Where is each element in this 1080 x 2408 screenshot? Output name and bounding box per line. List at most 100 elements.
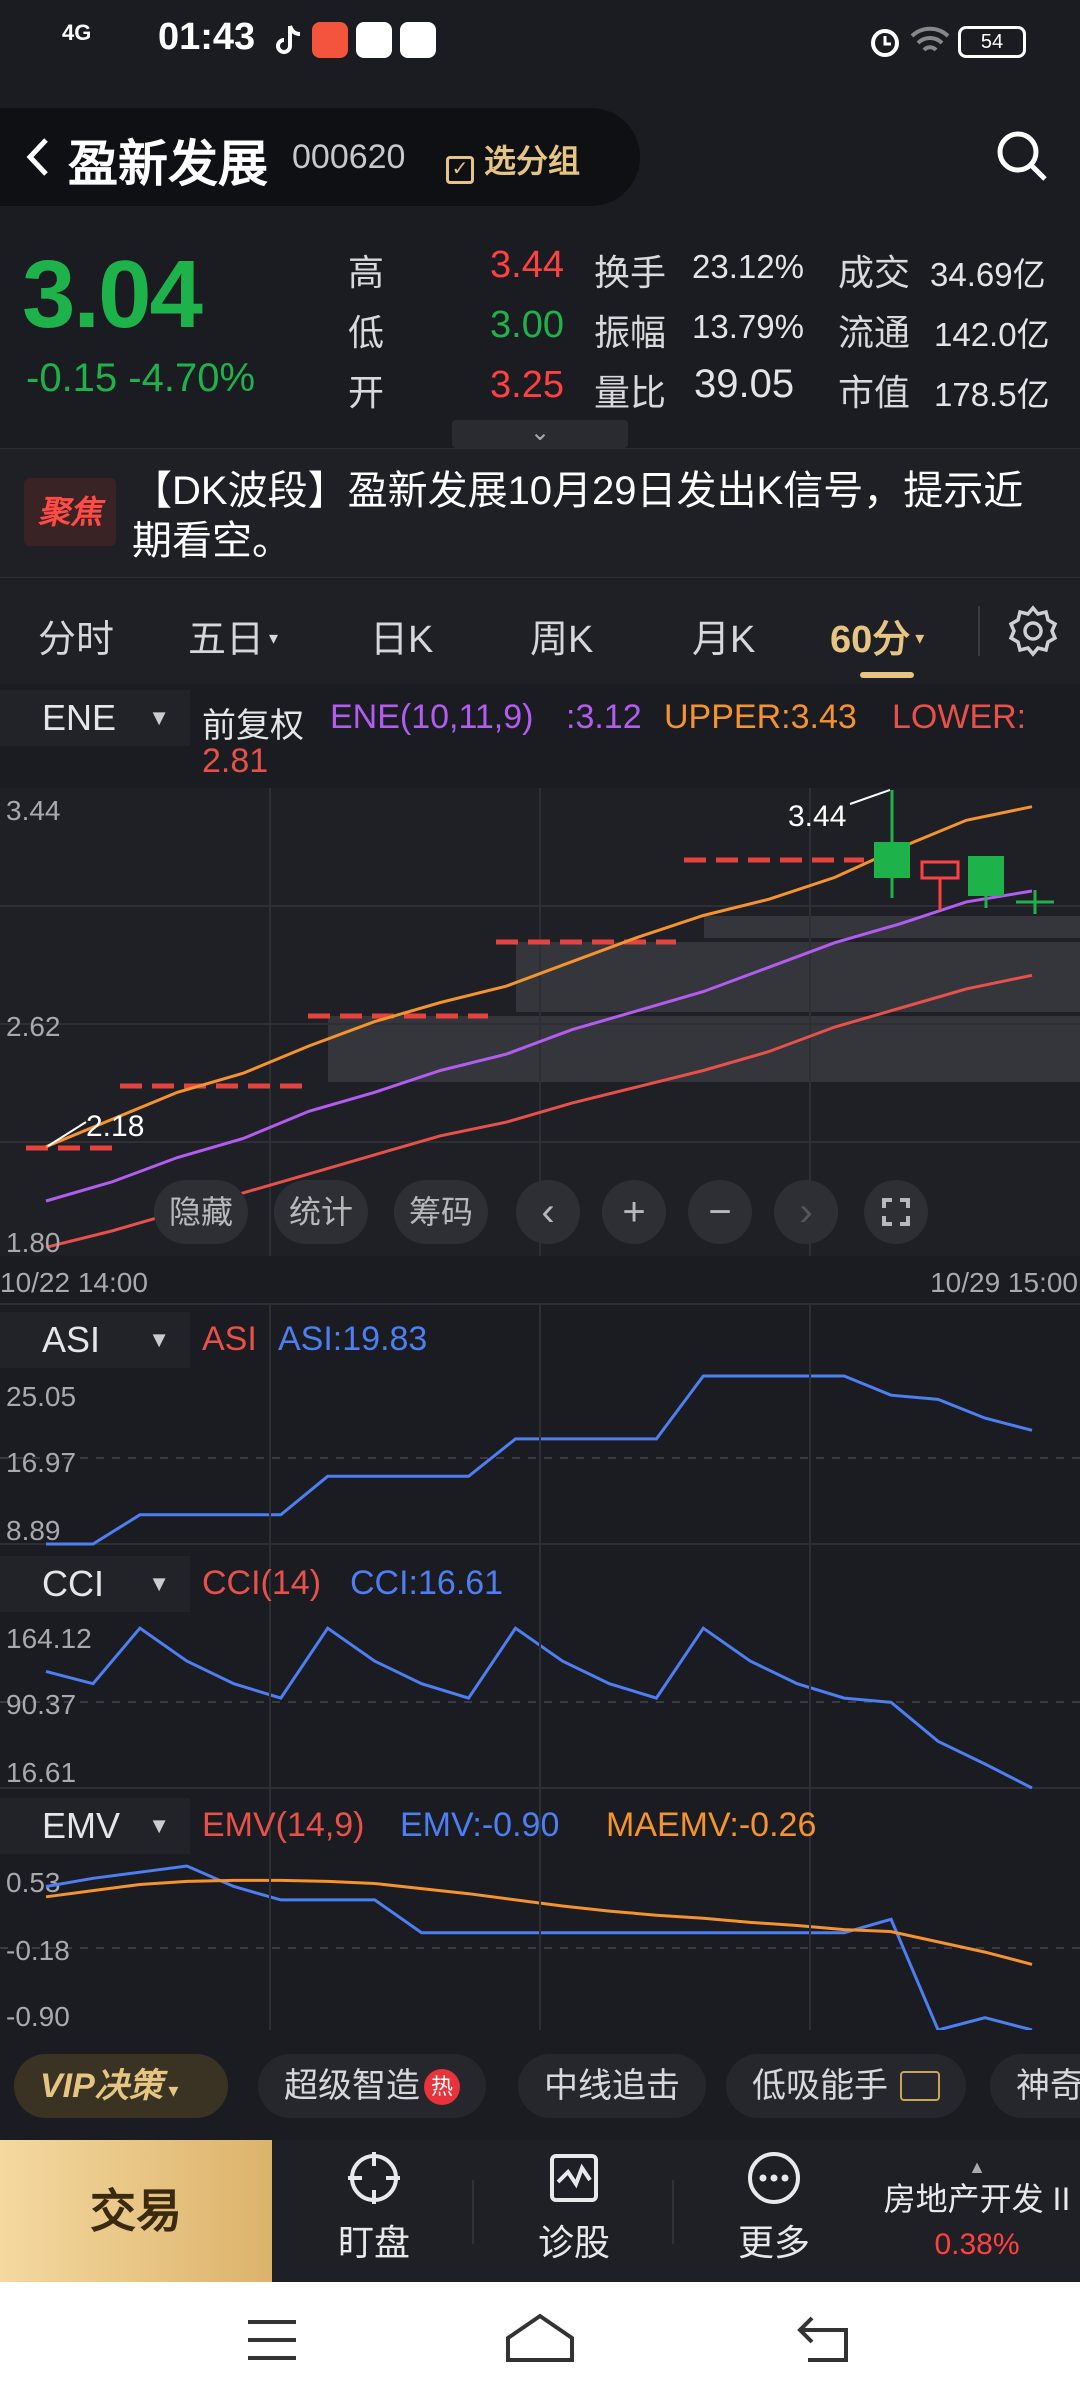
statistics-button[interactable]: 统计 (274, 1180, 368, 1244)
amount-label: 成交 (838, 252, 911, 293)
battery-indicator: 54 (958, 26, 1026, 58)
watch-button[interactable]: 盯盘 (304, 2150, 444, 2274)
strategy-chip[interactable]: 中线追击 (518, 2054, 706, 2118)
ene-ytick: 2.62 (6, 1011, 61, 1042)
tab-monthly-k[interactable]: 月K (692, 608, 755, 663)
ene-params: ENE(10,11,9) (330, 698, 534, 736)
high-annotation: 3.44 (788, 800, 846, 833)
emv-header: EMV ▼ EMV(14,9) EMV:-0.90 MAEMV:-0.26 (0, 1798, 1080, 1854)
nav-divider (472, 2180, 474, 2244)
strategy-chip-label: 超级智造 (284, 2067, 420, 2105)
vip-decision-button[interactable]: VIP决策 ▾ (14, 2054, 228, 2118)
x-start-label: 10/22 14:00 (0, 1267, 148, 1298)
cci-ytick: 164.12 (6, 1623, 92, 1654)
open-value: 3.25 (490, 364, 564, 406)
news-text[interactable]: 【DK波段】盈新发展10月29日发出K信号，提示近期看空。 (132, 466, 1052, 566)
cci-name: CCI (42, 1563, 104, 1604)
status-bar: 4G 01:43 54 (0, 0, 1080, 82)
fullscreen-icon[interactable] (864, 1180, 928, 1244)
status-time: 01:43 (158, 16, 256, 58)
tab-intraday[interactable]: 分时 (38, 608, 114, 663)
sector-info[interactable]: ▲ 房地产开发 II 0.38% (874, 2157, 1080, 2262)
tab-five-day[interactable]: 五日 ▾ (188, 608, 278, 663)
hide-button[interactable]: 隐藏 (154, 1180, 248, 1244)
sector-change: 0.38% (934, 2228, 1020, 2261)
float-label: 流通 (838, 312, 911, 353)
ene-ytick: 1.80 (6, 1227, 61, 1258)
alarm-icon (868, 24, 902, 63)
trade-button[interactable]: 交易 (0, 2140, 272, 2282)
asi-ytick: 16.97 (6, 1447, 76, 1478)
lower-value: 2.81 (202, 742, 269, 780)
more-dots-icon (748, 2152, 800, 2204)
open-label: 开 (348, 372, 385, 413)
ene-header: ENE ▼ 前复权 ENE(10,11,9) :3.12 UPPER:3.43 L… (0, 690, 1080, 780)
caret-up-icon: ▲ (968, 2157, 986, 2177)
emv-selector[interactable]: EMV ▼ (0, 1798, 190, 1854)
zoom-in-icon[interactable]: + (602, 1180, 666, 1244)
candle-bar (874, 842, 910, 878)
chevron-left-icon[interactable] (18, 128, 58, 186)
candle-bar (968, 856, 1004, 896)
diagnose-button[interactable]: 诊股 (504, 2150, 644, 2274)
price-change: -0.15 -4.70% (26, 356, 256, 400)
menu-icon[interactable] (244, 2316, 300, 2369)
search-icon[interactable] (994, 128, 1050, 184)
mail-icon (356, 22, 392, 58)
strategy-chip[interactable]: 超级智造热 (258, 2054, 486, 2118)
app-notification-icon (312, 22, 348, 58)
tab-60min[interactable]: 60分 ▾ (830, 608, 924, 663)
adjust-mode[interactable]: 前复权 (202, 698, 304, 747)
wifi-icon (910, 24, 950, 63)
select-group-button[interactable]: ✓ 选分组 (446, 136, 580, 184)
turnover-label: 换手 (594, 252, 667, 293)
cci-ytick: 16.61 (6, 1757, 76, 1788)
emv-ytick: 0.53 (6, 1867, 61, 1898)
zoom-out-icon[interactable]: − (688, 1180, 752, 1244)
pulse-chart-icon (550, 2154, 598, 2202)
sector-name: 房地产开发 II (883, 2181, 1071, 2217)
asi-selector[interactable]: ASI ▼ (0, 1312, 190, 1368)
tiktok-icon (270, 22, 306, 58)
chips-button[interactable]: 筹码 (394, 1180, 488, 1244)
low-annotation: 2.18 (86, 1110, 144, 1143)
emv-ytick: -0.90 (6, 2001, 70, 2030)
asi-name: ASI (42, 1319, 101, 1360)
asi-header: ASI ▼ ASI ASI:19.83 (0, 1312, 1080, 1368)
volume-ratio-label: 量比 (594, 372, 667, 413)
emv-value: EMV:-0.90 (400, 1806, 560, 1844)
target-icon (348, 2152, 400, 2204)
cci-selector[interactable]: CCI ▼ (0, 1556, 190, 1612)
current-price: 3.04 (22, 241, 203, 348)
tab-60min-label: 60分 (830, 619, 911, 661)
tab-five-day-label: 五日 (188, 619, 265, 661)
ene-value: :3.12 (566, 698, 642, 736)
volume-ratio-value: 39.05 (694, 362, 795, 406)
mcap-label: 市值 (838, 372, 911, 413)
high-value: 3.44 (490, 244, 564, 286)
gear-icon[interactable] (1006, 604, 1060, 658)
home-icon[interactable] (504, 2312, 576, 2369)
expand-quote-button[interactable]: ⌄ (452, 420, 628, 448)
tab-daily-k[interactable]: 日K (370, 608, 433, 663)
pressure-band (328, 1016, 1080, 1082)
stock-code: 000620 (292, 138, 406, 176)
focus-badge: 聚焦 (24, 478, 116, 546)
back-icon[interactable] (794, 2314, 854, 2369)
emv-name: EMV (42, 1805, 121, 1846)
ene-selector[interactable]: ENE ▼ (0, 690, 190, 746)
stock-name: 盈新发展 (68, 136, 268, 192)
strategy-chip[interactable]: 神奇 (990, 2054, 1080, 2118)
active-tab-indicator (860, 672, 914, 678)
chevron-right-icon[interactable]: › (774, 1180, 838, 1244)
nav-divider (672, 2180, 674, 2244)
more-button[interactable]: 更多 (704, 2150, 844, 2274)
mcap-value: 178.5亿 (934, 376, 1050, 413)
low-value: 3.00 (490, 304, 564, 346)
tab-weekly-k[interactable]: 周K (530, 608, 593, 663)
hot-badge: 热 (424, 2069, 460, 2105)
chevron-left-icon[interactable]: ‹ (516, 1180, 580, 1244)
cci-label: CCI(14) (202, 1564, 322, 1602)
asi-ytick: 8.89 (6, 1515, 61, 1546)
strategy-chip[interactable]: 低吸能手 (726, 2054, 966, 2118)
